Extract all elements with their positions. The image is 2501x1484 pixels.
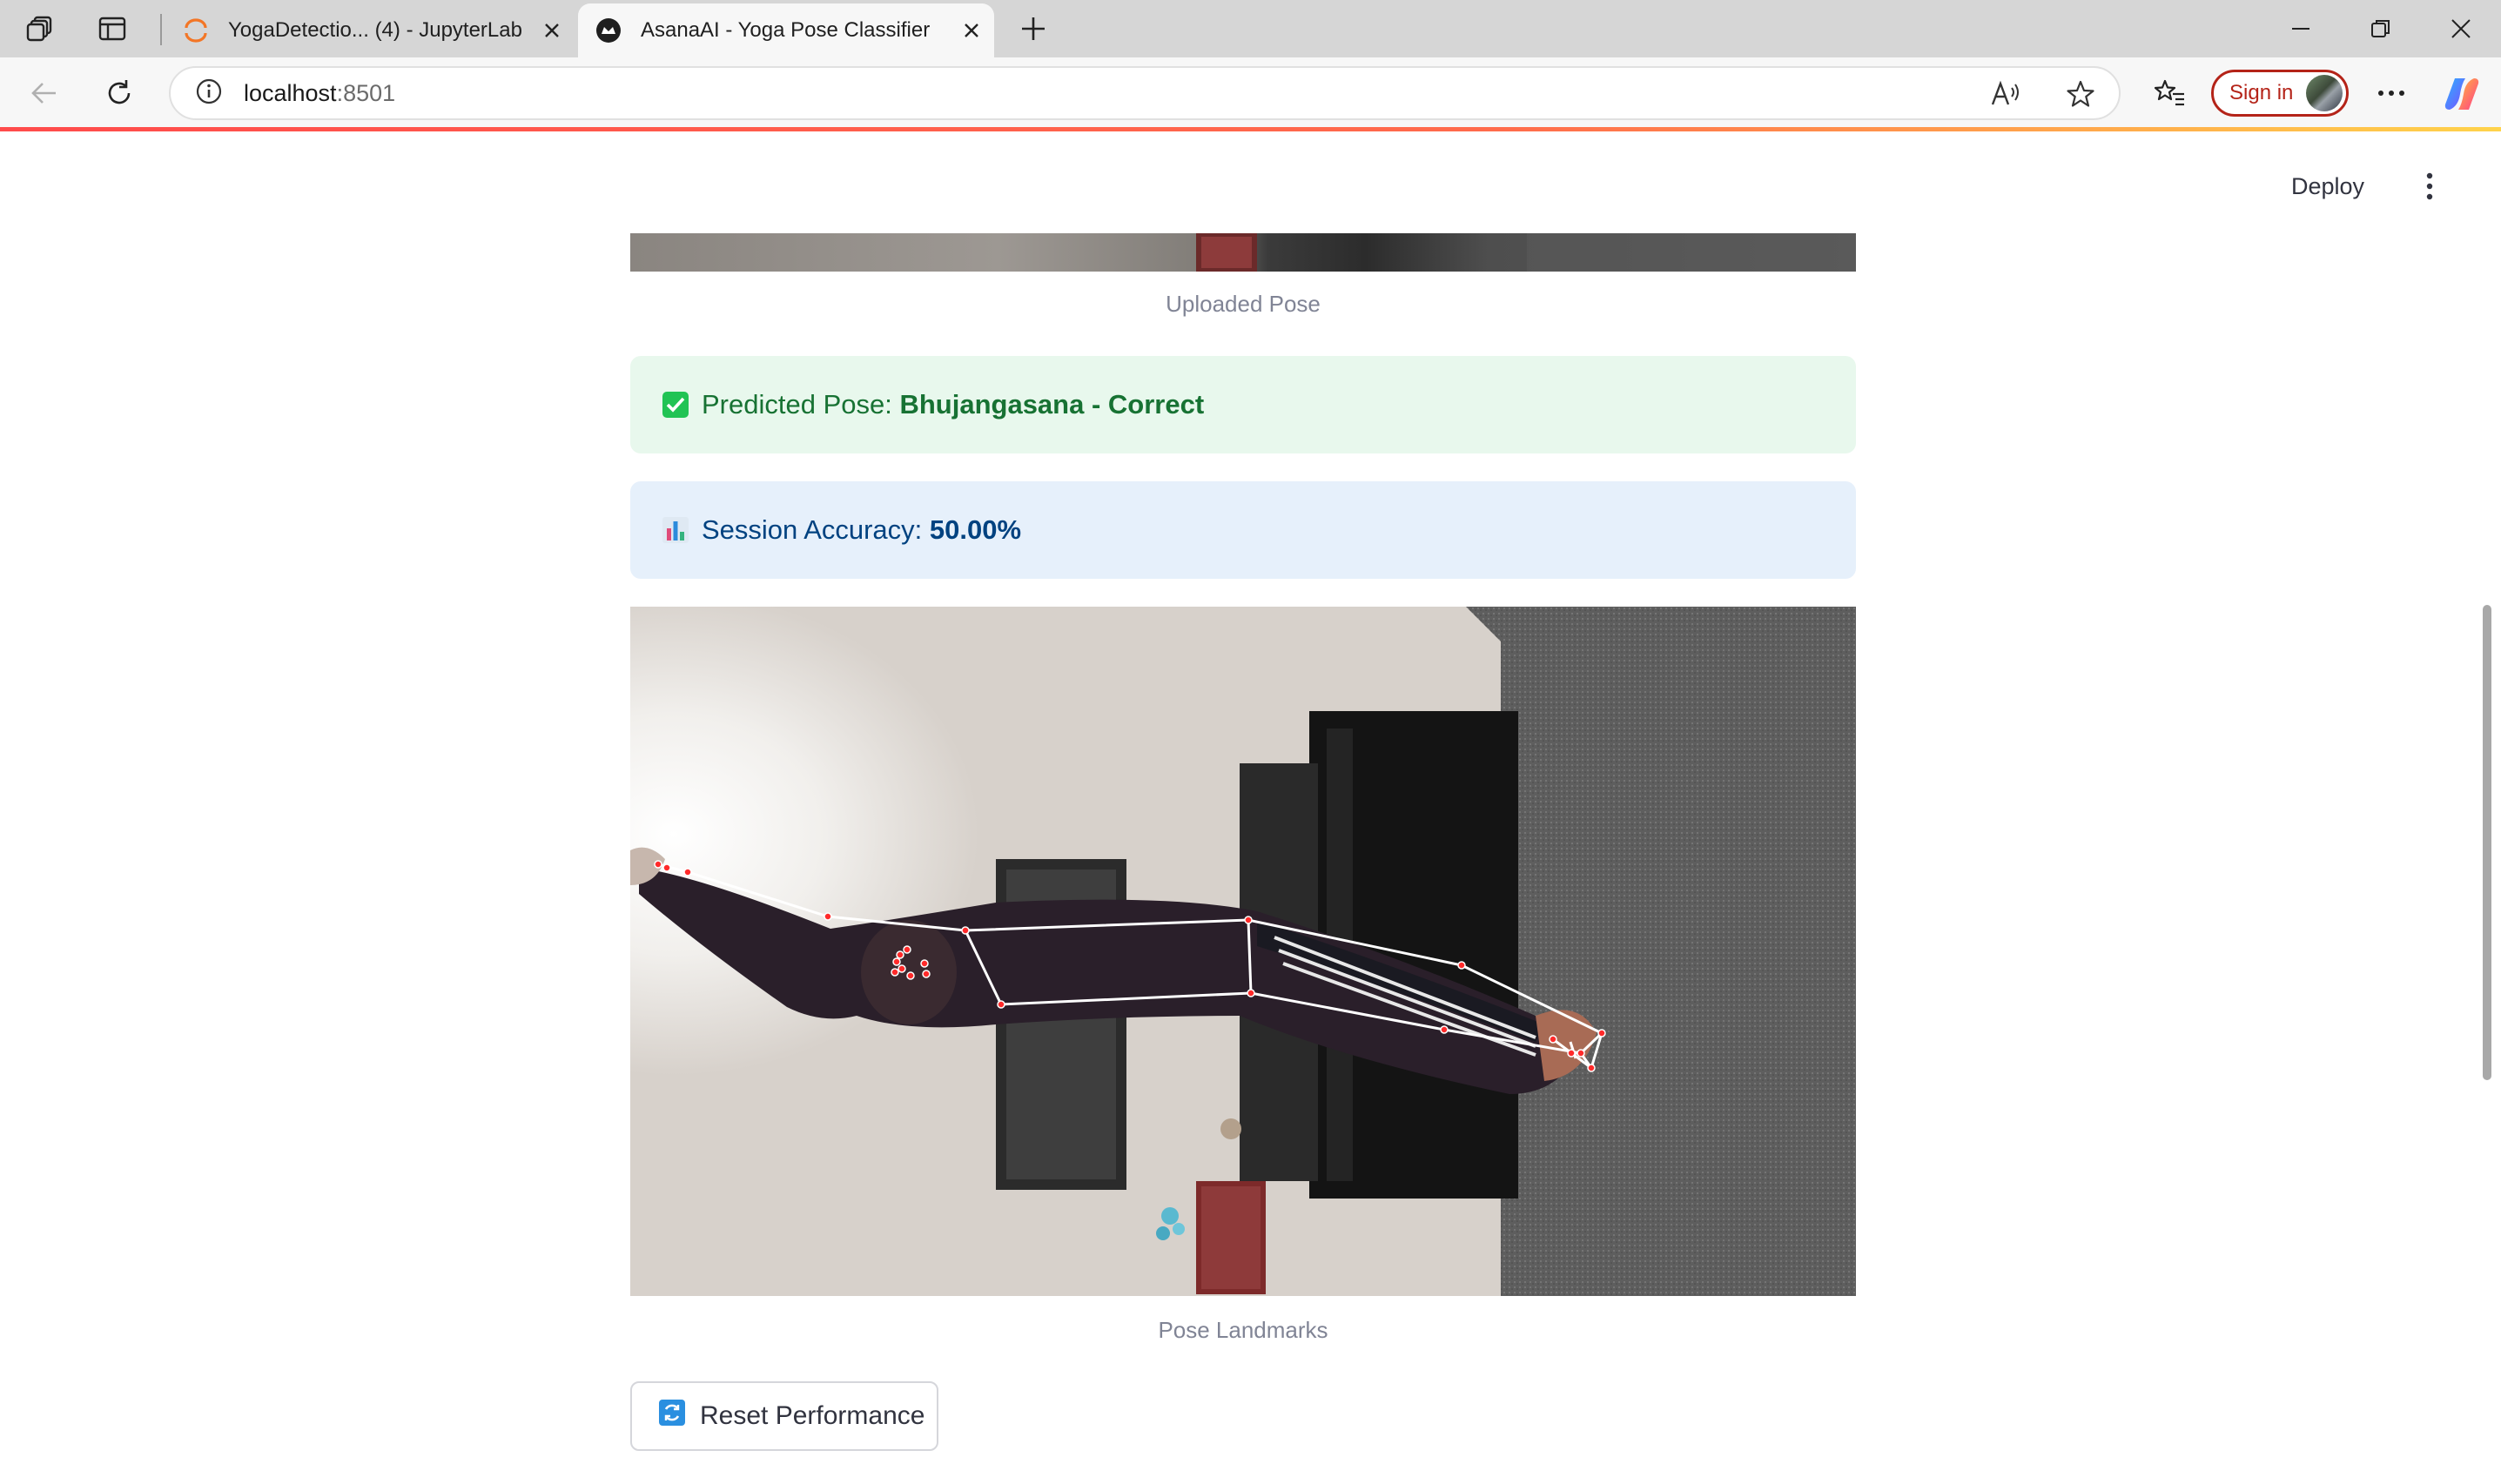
browser-toolbar: localhost:8501 Sign in <box>0 57 2501 129</box>
prediction-label: Predicted Pose: <box>702 389 900 420</box>
minimize-icon[interactable] <box>2276 3 2326 54</box>
app-content: Deploy Uploaded Pose Predicted Pose: Bhu… <box>0 131 2501 1484</box>
pose-landmarks-caption: Pose Landmarks <box>1158 1317 1328 1343</box>
window-close-icon[interactable] <box>2436 3 2486 54</box>
tab-divider <box>160 14 162 45</box>
close-tab-icon[interactable] <box>534 13 569 48</box>
tab-actions-icon[interactable] <box>16 3 66 54</box>
prediction-value: Bhujangasana - Correct <box>899 389 1205 420</box>
deploy-button[interactable]: Deploy <box>2291 173 2364 200</box>
check-box-icon <box>662 391 689 419</box>
sign-in-button[interactable]: Sign in <box>2211 70 2349 117</box>
back-arrow-icon[interactable] <box>19 68 70 118</box>
uploaded-pose-image <box>630 233 1856 272</box>
url-port: :8501 <box>336 79 396 106</box>
jupyter-icon <box>183 17 209 44</box>
main-menu-icon[interactable] <box>2410 166 2450 206</box>
avatar <box>2306 75 2343 111</box>
refresh-icon <box>658 1399 686 1434</box>
tab-bar: YogaDetectio... (4) - JupyterLab AsanaAI… <box>0 0 2501 57</box>
favorites-icon[interactable] <box>2145 68 2195 118</box>
refresh-icon[interactable] <box>94 68 145 118</box>
new-tab-button[interactable] <box>1008 3 1059 54</box>
copilot-icon[interactable] <box>2437 70 2486 118</box>
address-bar[interactable]: localhost:8501 <box>169 66 2121 120</box>
favorite-star-icon[interactable] <box>2061 75 2100 113</box>
sign-in-label: Sign in <box>2229 81 2294 104</box>
reset-performance-label: Reset Performance <box>700 1401 925 1430</box>
tab-title: YogaDetectio... (4) - JupyterLab <box>228 18 522 42</box>
accuracy-alert: Session Accuracy: 50.00% <box>630 481 1856 579</box>
vertical-tabs-icon[interactable] <box>87 3 138 54</box>
accuracy-label: Session Accuracy: <box>702 514 930 545</box>
info-icon[interactable] <box>195 77 223 110</box>
more-options-icon[interactable] <box>2366 68 2417 118</box>
reset-performance-button[interactable]: Reset Performance <box>630 1381 938 1451</box>
prediction-alert: Predicted Pose: Bhujangasana - Correct <box>630 356 1856 453</box>
pose-landmarks-image <box>630 607 1856 1296</box>
url-host: localhost <box>244 79 337 106</box>
bar-chart-icon <box>662 516 689 544</box>
close-tab-icon[interactable] <box>954 13 989 48</box>
streamlit-icon <box>595 17 622 44</box>
scrollbar-thumb[interactable] <box>2483 605 2491 1080</box>
tab-title: AsanaAI - Yoga Pose Classifier <box>641 18 931 42</box>
read-aloud-icon[interactable] <box>1987 75 2025 113</box>
tab-jupyterlab[interactable]: YogaDetectio... (4) - JupyterLab <box>165 3 575 57</box>
accuracy-value: 50.00% <box>929 514 1022 545</box>
tab-asanaai[interactable]: AsanaAI - Yoga Pose Classifier <box>578 3 994 57</box>
uploaded-pose-caption: Uploaded Pose <box>1166 291 1321 317</box>
restore-icon[interactable] <box>2356 3 2406 54</box>
